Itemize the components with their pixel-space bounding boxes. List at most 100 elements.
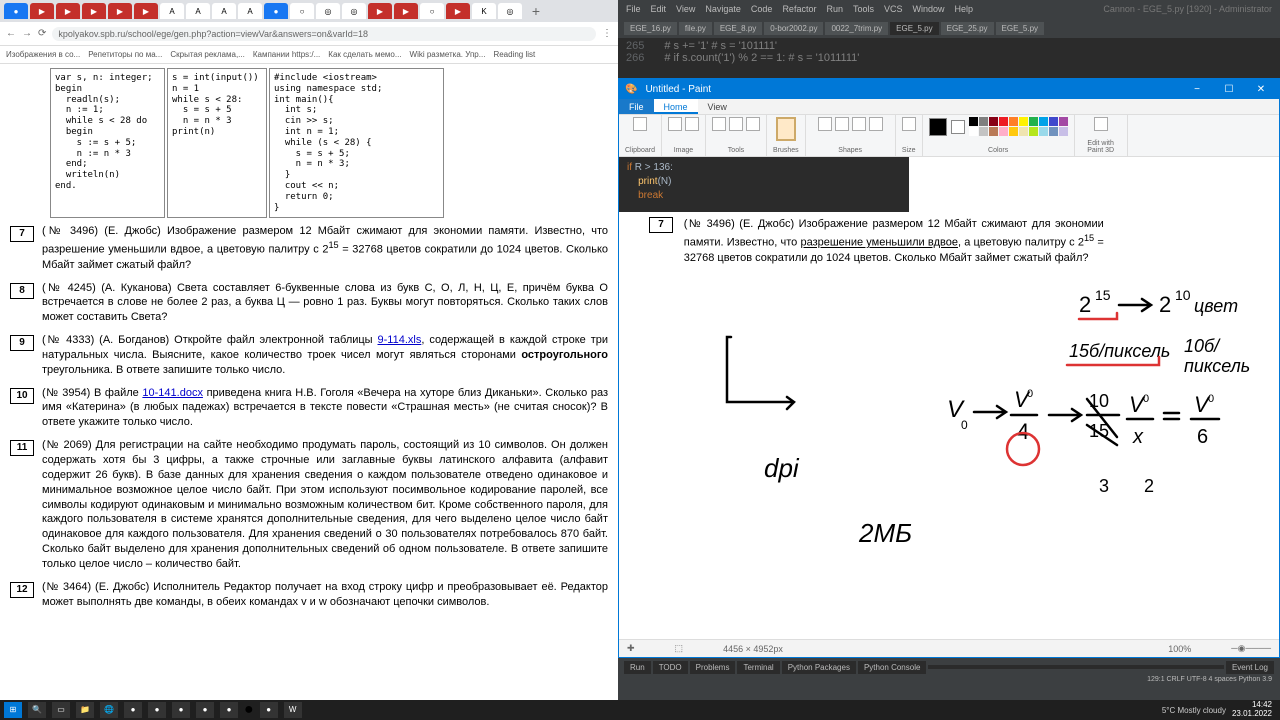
todo-tab[interactable]: TODO (653, 661, 688, 674)
shape-icon[interactable] (818, 117, 832, 131)
browser-tab[interactable]: A (160, 3, 184, 19)
menu-item[interactable]: View (676, 4, 695, 14)
editor-tab[interactable]: EGE_16.py (624, 22, 677, 35)
forward-button[interactable]: → (22, 28, 32, 39)
crop-icon[interactable] (685, 117, 699, 131)
browser-tab[interactable]: A (186, 3, 210, 19)
file-link[interactable]: 10-141.docx (142, 387, 203, 399)
editor-tab[interactable]: EGE_5.py (890, 22, 938, 35)
shape-icon[interactable] (835, 117, 849, 131)
browser-tab[interactable]: A (212, 3, 236, 19)
browser-tab[interactable]: ◎ (316, 3, 340, 19)
color-swatch[interactable] (979, 117, 988, 126)
weather[interactable]: 5°C Mostly cloudy (1162, 706, 1226, 715)
url-field[interactable]: kpolyakov.spb.ru/school/ege/gen.php?acti… (52, 27, 596, 41)
app-icon[interactable]: ● (220, 702, 238, 718)
editor-tab[interactable]: EGE_5.py (996, 22, 1044, 35)
browser-tab[interactable]: ● (4, 3, 28, 19)
browser-tab[interactable]: A (238, 3, 262, 19)
close-button[interactable]: ✕ (1249, 84, 1273, 95)
brush-icon[interactable] (776, 117, 796, 141)
paint3d-icon[interactable] (1094, 117, 1108, 131)
bookmark[interactable]: Reading list (493, 50, 535, 59)
packages-tab[interactable]: Python Packages (782, 661, 856, 674)
color-swatch[interactable] (1009, 117, 1018, 126)
run-tab[interactable]: Run (624, 661, 651, 674)
paint-titlebar[interactable]: 🎨 Untitled - Paint − ☐ ✕ (619, 79, 1279, 99)
explorer-icon[interactable]: 📁 (76, 702, 94, 718)
browser-tab[interactable]: K (472, 3, 496, 19)
ribbon-tab-home[interactable]: Home (654, 99, 698, 114)
browser-tab[interactable]: ▶ (82, 3, 106, 19)
event-log[interactable]: Event Log (1226, 661, 1274, 674)
browser-tab[interactable]: ▶ (446, 3, 470, 19)
select-icon[interactable] (668, 117, 682, 131)
color-swatch[interactable] (1049, 117, 1058, 126)
app-icon[interactable]: ● (260, 702, 278, 718)
browser-tab[interactable]: ◎ (498, 3, 522, 19)
paint-canvas[interactable]: if R > 136: print(N) break 7 (№ 3496) (Е… (619, 157, 1279, 639)
back-button[interactable]: ← (6, 28, 16, 39)
ribbon-tab-file[interactable]: File (619, 99, 654, 114)
menu-item[interactable]: Tools (853, 4, 874, 14)
bookmark[interactable]: Скрытая реклама,... (170, 50, 245, 59)
new-tab-button[interactable]: + (524, 3, 548, 19)
editor-tab[interactable]: EGE_25.py (941, 22, 994, 35)
color-swatch[interactable] (1019, 127, 1028, 136)
extensions-icon[interactable]: ⋮ (602, 28, 612, 39)
color-swatch[interactable] (1039, 127, 1048, 136)
app-icon[interactable]: ● (172, 702, 190, 718)
menu-item[interactable]: VCS (884, 4, 903, 14)
console-tab[interactable]: Python Console (858, 661, 926, 674)
search-icon[interactable]: 🔍 (28, 702, 46, 718)
editor-tab[interactable]: 0022_7trim.py (825, 22, 888, 35)
paste-icon[interactable] (633, 117, 647, 131)
browser-tab[interactable]: ▶ (108, 3, 132, 19)
menu-item[interactable]: Run (826, 4, 843, 14)
file-link[interactable]: 9-114.xls (378, 334, 422, 346)
app-icon[interactable]: ● (244, 701, 254, 719)
color2[interactable] (951, 120, 965, 134)
app-icon[interactable]: ● (196, 702, 214, 718)
color1[interactable] (929, 118, 947, 136)
color-swatch[interactable] (1009, 127, 1018, 136)
start-button[interactable]: ⊞ (4, 702, 22, 718)
menu-item[interactable]: Navigate (705, 4, 741, 14)
browser-tab[interactable]: ● (264, 3, 288, 19)
menu-item[interactable]: File (626, 4, 641, 14)
minimize-button[interactable]: − (1185, 84, 1209, 95)
browser-tab[interactable]: ▶ (368, 3, 392, 19)
clock[interactable]: 14:42 23.01.2022 (1232, 701, 1276, 719)
browser-tab[interactable]: ▶ (30, 3, 54, 19)
editor-tab[interactable]: EGE_8.py (714, 22, 762, 35)
menu-item[interactable]: Help (955, 4, 974, 14)
editor-tab[interactable]: file.py (679, 22, 712, 35)
problems-tab[interactable]: Problems (690, 661, 736, 674)
color-swatch[interactable] (1049, 127, 1058, 136)
menu-item[interactable]: Edit (651, 4, 667, 14)
fill-icon[interactable] (729, 117, 743, 131)
browser-tab[interactable]: ▶ (394, 3, 418, 19)
color-swatch[interactable] (1059, 127, 1068, 136)
reload-button[interactable]: ⟳ (38, 28, 46, 39)
color-swatch[interactable] (1039, 117, 1048, 126)
bookmark[interactable]: Репетиторы по ма... (88, 50, 162, 59)
browser-tab[interactable]: ○ (290, 3, 314, 19)
color-swatch[interactable] (979, 127, 988, 136)
color-swatch[interactable] (999, 127, 1008, 136)
terminal-tab[interactable]: Terminal (737, 661, 779, 674)
browser-tab[interactable]: ◎ (342, 3, 366, 19)
color-swatch[interactable] (989, 117, 998, 126)
bookmark[interactable]: Кампании https:/... (253, 50, 320, 59)
task-view-icon[interactable]: ▭ (52, 702, 70, 718)
color-swatch[interactable] (1059, 117, 1068, 126)
zoom-slider[interactable]: ─◉──── (1231, 643, 1271, 654)
size-icon[interactable] (902, 117, 916, 131)
color-swatch[interactable] (1019, 117, 1028, 126)
page-body[interactable]: var s, n: integer; begin readln(s); n :=… (0, 64, 618, 700)
pencil-icon[interactable] (712, 117, 726, 131)
text-icon[interactable] (746, 117, 760, 131)
ribbon-tab-view[interactable]: View (698, 99, 737, 114)
bookmark[interactable]: Изображения в со... (6, 50, 80, 59)
browser-tab[interactable]: ▶ (134, 3, 158, 19)
